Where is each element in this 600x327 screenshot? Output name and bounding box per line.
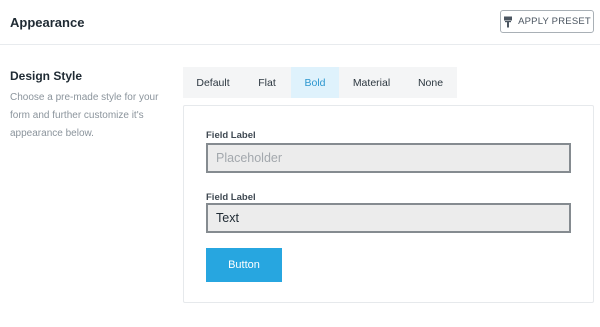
apply-preset-label: APPLY PRESET — [518, 16, 591, 27]
header-bar: Appearance APPLY PRESET — [0, 0, 600, 45]
style-tabs: Default Flat Bold Material None — [183, 67, 457, 98]
tab-none[interactable]: None — [404, 67, 457, 98]
field-label: Field Label — [206, 130, 256, 141]
style-preview-panel: Field Label Field Label Button — [183, 105, 594, 303]
placeholder-field[interactable] — [206, 143, 571, 173]
paint-roller-icon — [503, 16, 513, 28]
design-style-title: Design Style — [10, 69, 83, 83]
tab-material[interactable]: Material — [339, 67, 404, 98]
tab-default[interactable]: Default — [183, 67, 243, 98]
tab-bold[interactable]: Bold — [291, 67, 339, 98]
page-title: Appearance — [10, 15, 85, 30]
tab-flat[interactable]: Flat — [243, 67, 291, 98]
apply-preset-button[interactable]: APPLY PRESET — [500, 10, 594, 33]
preview-button[interactable]: Button — [206, 248, 282, 282]
field-label: Field Label — [206, 192, 256, 203]
text-field[interactable] — [206, 203, 571, 233]
design-style-description: Choose a pre-made style for your form an… — [10, 92, 159, 139]
